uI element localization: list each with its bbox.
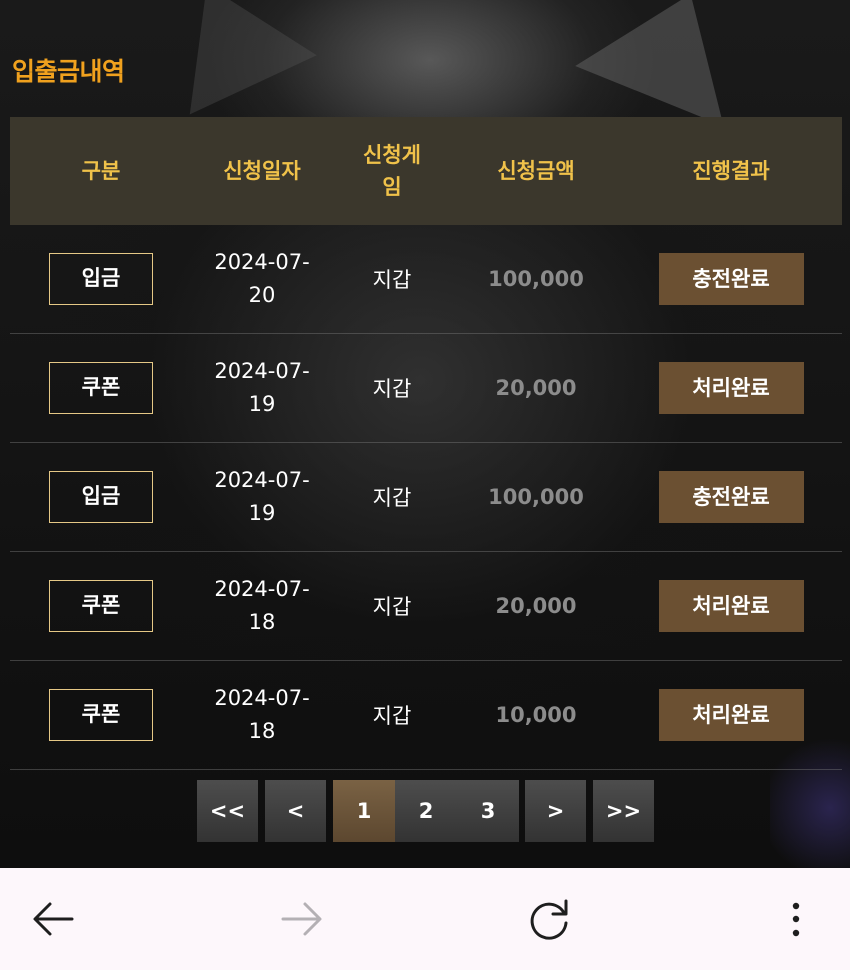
type-badge: 입금 xyxy=(49,253,153,305)
request-game: 지갑 xyxy=(372,268,412,292)
arrow-left-icon[interactable] xyxy=(24,889,84,949)
table-row: 쿠폰 2024-07- 19 지갑 20,000 처리완료 xyxy=(10,334,842,443)
pagination: << < 1 2 3 > >> xyxy=(0,780,850,842)
status-button[interactable]: 처리완료 xyxy=(658,580,804,632)
type-badge: 쿠폰 xyxy=(49,580,153,632)
more-vertical-icon[interactable] xyxy=(766,889,826,949)
arrow-right-icon[interactable] xyxy=(272,889,332,949)
page-2-button[interactable]: 2 xyxy=(395,780,457,842)
request-amount: 20,000 xyxy=(495,594,577,618)
request-amount: 100,000 xyxy=(488,267,584,291)
prev-page-button[interactable]: < xyxy=(265,780,326,842)
request-amount: 20,000 xyxy=(495,376,577,400)
status-button[interactable]: 충전완료 xyxy=(658,253,804,305)
header-game: 신청게 임 xyxy=(363,143,421,199)
type-badge: 쿠폰 xyxy=(49,362,153,414)
cat-ear-right xyxy=(575,0,765,126)
request-date: 2024-07- 18 xyxy=(214,686,310,743)
table-row: 입금 2024-07- 20 지갑 100,000 충전완료 xyxy=(10,225,842,334)
page-1-button[interactable]: 1 xyxy=(333,780,395,842)
page-title: 입출금내역 xyxy=(12,57,125,86)
last-page-button[interactable]: >> xyxy=(593,780,654,842)
history-table: 구분 신청일자 신청게 임 신청금액 진행결과 입금 2024-07- 20 지… xyxy=(10,117,842,770)
table-row: 쿠폰 2024-07- 18 지갑 10,000 처리완료 xyxy=(10,661,842,770)
first-page-button[interactable]: << xyxy=(197,780,258,842)
reload-icon[interactable] xyxy=(519,889,579,949)
cat-ear-left xyxy=(143,0,317,115)
request-date: 2024-07- 19 xyxy=(214,468,310,525)
request-game: 지갑 xyxy=(372,377,412,401)
type-badge: 쿠폰 xyxy=(49,689,153,741)
request-date: 2024-07- 18 xyxy=(214,577,310,634)
header-type: 구분 xyxy=(81,159,121,183)
browser-nav-bar xyxy=(0,868,850,970)
request-amount: 10,000 xyxy=(495,703,577,727)
next-page-button[interactable]: > xyxy=(525,780,586,842)
header-date: 신청일자 xyxy=(223,159,301,183)
header-status: 진행결과 xyxy=(692,159,770,183)
status-button[interactable]: 처리완료 xyxy=(658,362,804,414)
request-date: 2024-07- 19 xyxy=(214,359,310,416)
request-game: 지갑 xyxy=(372,704,412,728)
request-game: 지갑 xyxy=(372,595,412,619)
request-game: 지갑 xyxy=(372,486,412,510)
table-row: 입금 2024-07- 19 지갑 100,000 충전완료 xyxy=(10,443,842,552)
status-button[interactable]: 처리완료 xyxy=(658,689,804,741)
type-badge: 입금 xyxy=(49,471,153,523)
table-header: 구분 신청일자 신청게 임 신청금액 진행결과 xyxy=(10,117,842,225)
request-date: 2024-07- 20 xyxy=(214,250,310,307)
header-amount: 신청금액 xyxy=(497,159,575,183)
status-button[interactable]: 충전완료 xyxy=(658,471,804,523)
request-amount: 100,000 xyxy=(488,485,584,509)
table-row: 쿠폰 2024-07- 18 지갑 20,000 처리완료 xyxy=(10,552,842,661)
page-3-button[interactable]: 3 xyxy=(457,780,519,842)
